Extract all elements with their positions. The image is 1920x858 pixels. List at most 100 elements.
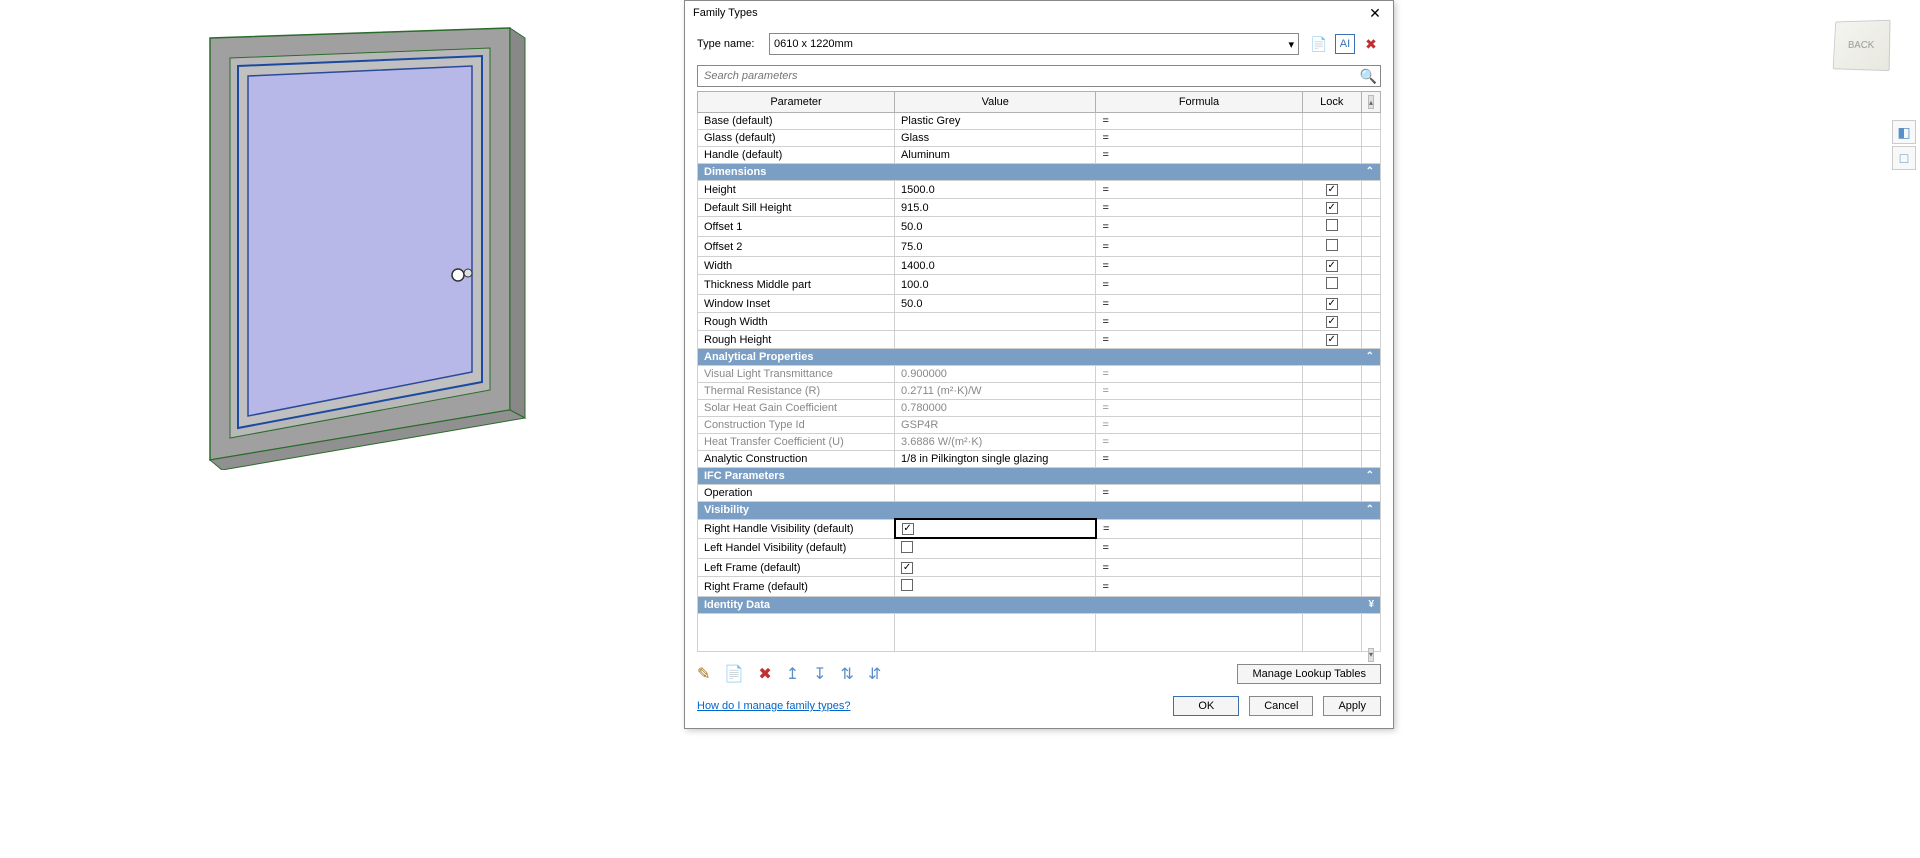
move-up-icon[interactable]: ↥ <box>786 664 799 684</box>
edit-icon[interactable]: ✎ <box>697 664 710 684</box>
sort-desc-icon[interactable]: ⇵ <box>868 664 881 684</box>
checkbox[interactable]: ✓ <box>1326 316 1338 328</box>
lock-cell[interactable] <box>1302 577 1361 597</box>
help-link[interactable]: How do I manage family types? <box>697 700 850 712</box>
formula-cell[interactable]: = <box>1096 313 1302 331</box>
formula-cell[interactable]: = <box>1096 295 1302 313</box>
param-cell[interactable]: Rough Width <box>698 313 895 331</box>
scroll-down-icon[interactable]: ▾ <box>1368 648 1374 662</box>
close-icon[interactable]: ✕ <box>1365 3 1385 23</box>
value-cell[interactable] <box>895 313 1096 331</box>
search-input[interactable] <box>697 65 1381 87</box>
col-formula[interactable]: Formula <box>1096 92 1302 113</box>
formula-cell[interactable]: = <box>1096 577 1302 597</box>
formula-cell[interactable]: = <box>1096 217 1302 237</box>
lock-cell[interactable] <box>1302 113 1361 130</box>
param-cell[interactable]: Left Handel Visibility (default) <box>698 538 895 559</box>
formula-cell[interactable]: = <box>1096 181 1302 199</box>
formula-cell[interactable]: = <box>1096 538 1302 559</box>
value-cell[interactable]: Aluminum <box>895 147 1096 164</box>
lock-cell[interactable]: ✓ <box>1302 331 1361 349</box>
sort-asc-icon[interactable]: ⇅ <box>841 664 854 684</box>
col-value[interactable]: Value <box>895 92 1096 113</box>
value-cell[interactable]: 915.0 <box>895 199 1096 217</box>
lock-cell[interactable] <box>1302 485 1361 502</box>
value-cell[interactable] <box>895 577 1096 597</box>
value-cell[interactable]: 0.900000 <box>895 366 1096 383</box>
param-cell[interactable]: Thermal Resistance (R) <box>698 383 895 400</box>
formula-cell[interactable]: = <box>1096 331 1302 349</box>
value-cell[interactable]: Glass <box>895 130 1096 147</box>
param-cell[interactable]: Default Sill Height <box>698 199 895 217</box>
param-cell[interactable]: Offset 2 <box>698 237 895 257</box>
lock-cell[interactable]: ✓ <box>1302 295 1361 313</box>
value-cell[interactable]: 1400.0 <box>895 257 1096 275</box>
cancel-button[interactable]: Cancel <box>1249 696 1313 716</box>
lock-cell[interactable] <box>1302 451 1361 468</box>
lock-cell[interactable] <box>1302 417 1361 434</box>
formula-cell[interactable]: = <box>1096 130 1302 147</box>
checkbox[interactable]: ✓ <box>1326 260 1338 272</box>
value-cell[interactable] <box>895 331 1096 349</box>
formula-cell[interactable]: = <box>1096 559 1302 577</box>
value-cell[interactable]: 50.0 <box>895 295 1096 313</box>
param-cell[interactable]: Height <box>698 181 895 199</box>
param-cell[interactable]: Analytic Construction <box>698 451 895 468</box>
lock-cell[interactable]: ✓ <box>1302 181 1361 199</box>
param-cell[interactable]: Operation <box>698 485 895 502</box>
lock-cell[interactable] <box>1302 217 1361 237</box>
rename-type-icon[interactable]: AI <box>1335 34 1355 54</box>
formula-cell[interactable]: = <box>1096 383 1302 400</box>
checkbox[interactable]: ✓ <box>902 523 914 535</box>
lock-cell[interactable] <box>1302 130 1361 147</box>
lock-cell[interactable] <box>1302 383 1361 400</box>
param-cell[interactable]: Glass (default) <box>698 130 895 147</box>
apply-button[interactable]: Apply <box>1323 696 1381 716</box>
formula-cell[interactable]: = <box>1096 417 1302 434</box>
checkbox[interactable] <box>901 579 913 591</box>
manage-lookup-button[interactable]: Manage Lookup Tables <box>1237 664 1381 684</box>
formula-cell[interactable]: = <box>1096 434 1302 451</box>
section-header[interactable]: Visibility⌃ <box>698 502 1381 520</box>
delete-type-icon[interactable]: ✖ <box>1361 34 1381 54</box>
checkbox[interactable]: ✓ <box>1326 298 1338 310</box>
checkbox[interactable]: ✓ <box>1326 184 1338 196</box>
param-cell[interactable]: Left Frame (default) <box>698 559 895 577</box>
lock-cell[interactable]: ✓ <box>1302 257 1361 275</box>
formula-cell[interactable]: = <box>1096 451 1302 468</box>
lock-cell[interactable] <box>1302 237 1361 257</box>
checkbox[interactable] <box>901 541 913 553</box>
type-name-select[interactable]: 0610 x 1220mm ▾ <box>769 33 1299 55</box>
checkbox[interactable] <box>1326 219 1338 231</box>
checkbox[interactable]: ✓ <box>1326 202 1338 214</box>
value-cell[interactable]: 0.2711 (m²·K)/W <box>895 383 1096 400</box>
formula-cell[interactable]: = <box>1096 366 1302 383</box>
value-cell[interactable]: GSP4R <box>895 417 1096 434</box>
param-cell[interactable]: Heat Transfer Coefficient (U) <box>698 434 895 451</box>
formula-cell[interactable]: = <box>1096 113 1302 130</box>
toolbar-icon-1[interactable]: ◧ <box>1892 120 1916 144</box>
formula-cell[interactable]: = <box>1096 485 1302 502</box>
lock-cell[interactable] <box>1302 434 1361 451</box>
param-cell[interactable]: Handle (default) <box>698 147 895 164</box>
lock-cell[interactable]: ✓ <box>1302 313 1361 331</box>
new-param-icon[interactable]: 📄 <box>724 664 744 684</box>
lock-cell[interactable] <box>1302 519 1361 538</box>
checkbox[interactable]: ✓ <box>901 562 913 574</box>
param-cell[interactable]: Right Handle Visibility (default) <box>698 519 895 538</box>
checkbox[interactable] <box>1326 239 1338 251</box>
section-header[interactable]: Dimensions⌃ <box>698 164 1381 181</box>
formula-cell[interactable]: = <box>1096 199 1302 217</box>
col-lock[interactable]: Lock <box>1302 92 1361 113</box>
value-cell[interactable]: ✓ <box>895 519 1096 538</box>
param-cell[interactable]: Construction Type Id <box>698 417 895 434</box>
formula-cell[interactable]: = <box>1096 147 1302 164</box>
value-cell[interactable]: 100.0 <box>895 275 1096 295</box>
param-cell[interactable]: Base (default) <box>698 113 895 130</box>
value-cell[interactable] <box>895 538 1096 559</box>
checkbox[interactable] <box>1326 277 1338 289</box>
delete-param-icon[interactable]: ✖ <box>758 664 771 684</box>
checkbox[interactable]: ✓ <box>1326 334 1338 346</box>
lock-cell[interactable]: ✓ <box>1302 199 1361 217</box>
value-cell[interactable]: 0.780000 <box>895 400 1096 417</box>
